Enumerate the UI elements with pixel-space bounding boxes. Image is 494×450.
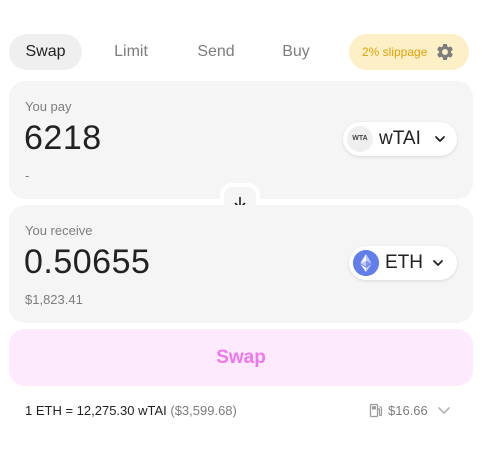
pay-fiat-value: -: [25, 168, 30, 183]
gas-pump-icon: [369, 403, 383, 418]
tab-limit[interactable]: Limit: [101, 34, 161, 70]
tab-send[interactable]: Send: [185, 34, 247, 70]
receive-amount[interactable]: 0.50655: [24, 243, 150, 282]
exchange-rate-usd: ($3,599.68): [170, 403, 237, 418]
slippage-label: 2% slippage: [362, 45, 428, 59]
chevron-down-icon: [433, 260, 443, 266]
pay-token-symbol: wTAI: [379, 128, 421, 149]
pay-label: You pay: [25, 99, 72, 114]
chevron-down-icon[interactable]: [437, 403, 451, 417]
pay-token-selector[interactable]: WTA wTAI: [343, 122, 457, 156]
tab-buy[interactable]: Buy: [271, 34, 321, 70]
receive-panel: You receive 0.50655 $1,823.41 ETH: [9, 205, 473, 323]
exchange-rate-text: 1 ETH = 12,275.30 wTAI: [25, 403, 167, 418]
pay-amount-input[interactable]: 6218: [24, 119, 102, 158]
swap-button[interactable]: Swap: [9, 329, 473, 386]
slippage-settings-button[interactable]: 2% slippage: [349, 34, 469, 70]
receive-token-symbol: ETH: [385, 252, 423, 273]
eth-logo-icon: [353, 250, 379, 276]
swap-tabs: Swap Limit Send Buy 2% slippage: [9, 34, 469, 70]
pay-panel: You pay 6218 - WTA wTAI: [9, 81, 473, 199]
receive-fiat-value: $1,823.41: [25, 292, 83, 307]
tab-swap[interactable]: Swap: [9, 34, 82, 70]
receive-token-selector[interactable]: ETH: [349, 246, 457, 280]
network-fee-value: $16.66: [388, 403, 428, 418]
swap-button-label: Swap: [216, 347, 266, 368]
wtai-logo-icon: WTA: [347, 126, 373, 152]
chevron-down-icon: [435, 136, 445, 142]
gear-icon: [437, 43, 453, 60]
receive-label: You receive: [25, 223, 93, 238]
exchange-rate[interactable]: 1 ETH = 12,275.30 wTAI ($3,599.68): [25, 403, 237, 418]
